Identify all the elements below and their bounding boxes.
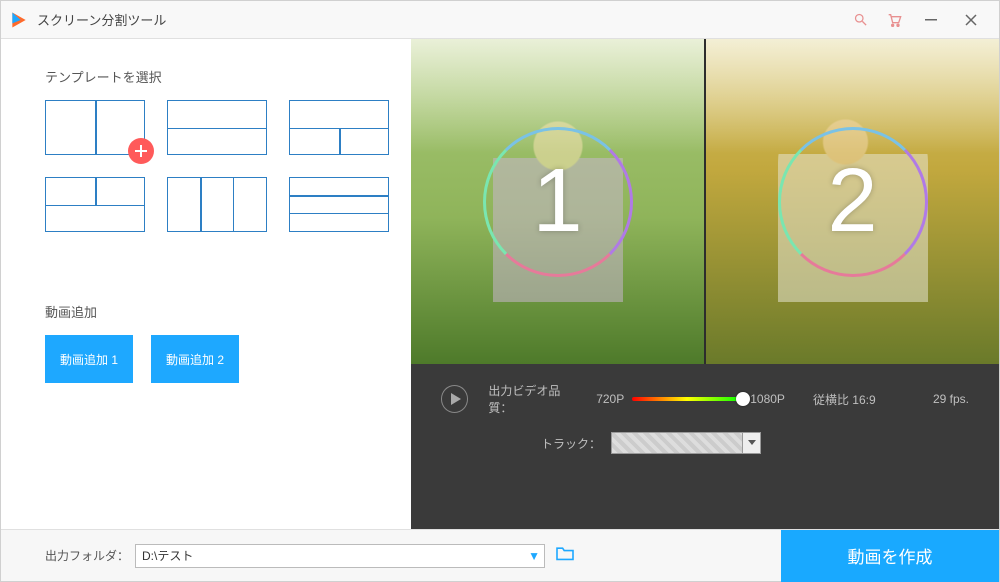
preview-pane-1[interactable]: 1 [411, 39, 704, 364]
search-icon[interactable] [843, 1, 877, 39]
template-option-3[interactable] [289, 100, 389, 155]
template-option-1[interactable] [45, 100, 145, 155]
cart-icon[interactable] [877, 1, 911, 39]
play-button[interactable] [441, 385, 468, 413]
quality-slider[interactable]: 720P 1080P [596, 392, 785, 406]
right-panel: 1 2 出力ビデオ品質： 720P [411, 39, 999, 529]
output-folder-input[interactable]: D:\テスト ▼ [135, 544, 545, 568]
track-label: トラック： [541, 435, 601, 452]
track-select[interactable] [611, 432, 761, 454]
add-video-button-2[interactable]: 動画追加 2 [151, 335, 239, 383]
footer-bar: 出力フォルダ： D:\テスト ▼ 動画を作成 [1, 529, 999, 581]
slider-thumb[interactable] [736, 392, 750, 406]
dropdown-arrow-icon[interactable]: ▼ [528, 549, 540, 563]
app-logo-icon [9, 10, 29, 30]
plus-icon [128, 138, 154, 164]
app-window: スクリーン分割ツール テンプレートを選択 [0, 0, 1000, 582]
add-video-button-1[interactable]: 動画追加 1 [45, 335, 133, 383]
browse-folder-icon[interactable] [555, 545, 575, 566]
controls-bar: 出力ビデオ品質： 720P 1080P 従横比 16:9 29 fp [411, 364, 999, 529]
quality-high-label: 1080P [750, 392, 785, 406]
left-panel: テンプレートを選択 [1, 39, 411, 529]
template-option-2[interactable] [167, 100, 267, 155]
chevron-down-icon [742, 433, 760, 453]
output-folder-label: 出力フォルダ： [45, 547, 129, 564]
quality-label: 出力ビデオ品質： [488, 382, 582, 416]
body: テンプレートを選択 [1, 39, 999, 529]
template-option-6[interactable] [289, 177, 389, 232]
pane-number-1: 1 [483, 127, 633, 277]
pane-number-2: 2 [778, 127, 928, 277]
preview-area: 1 2 [411, 39, 999, 364]
create-video-button[interactable]: 動画を作成 [781, 530, 999, 582]
template-option-4[interactable] [45, 177, 145, 232]
window-title: スクリーン分割ツール [37, 10, 166, 29]
template-section-label: テンプレートを選択 [45, 67, 381, 86]
template-option-5[interactable] [167, 177, 267, 232]
minimize-button[interactable] [911, 1, 951, 39]
aspect-ratio: 従横比 16:9 [813, 391, 876, 408]
template-grid [45, 100, 381, 232]
preview-pane-2[interactable]: 2 [706, 39, 999, 364]
add-video-label: 動画追加 [45, 302, 381, 321]
add-video-section: 動画追加 動画追加 1 動画追加 2 [45, 302, 381, 383]
title-bar: スクリーン分割ツール [1, 1, 999, 39]
output-folder-value: D:\テスト [142, 547, 193, 564]
quality-low-label: 720P [596, 392, 624, 406]
close-button[interactable] [951, 1, 991, 39]
fps-display: 29 fps. [933, 392, 969, 406]
slider-track[interactable] [632, 397, 742, 401]
